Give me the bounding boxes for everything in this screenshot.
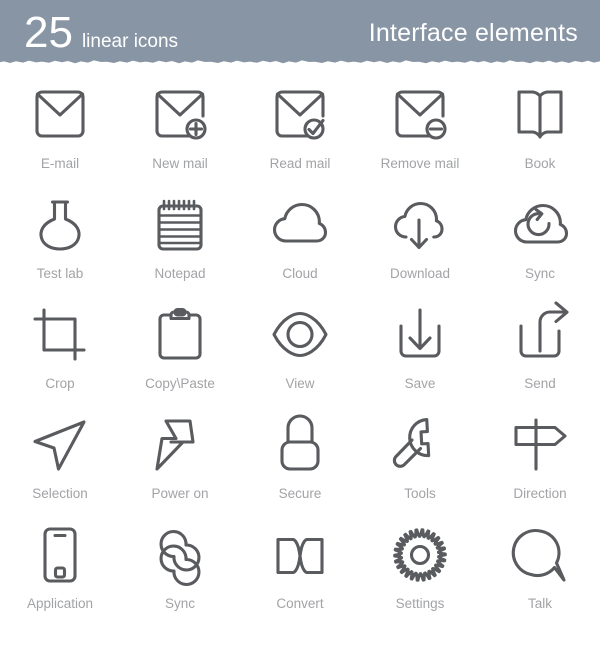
- icon-cell-tools[interactable]: Tools: [360, 410, 480, 520]
- icon-label: Sync: [164, 596, 195, 611]
- icon-cell-notepad[interactable]: Notepad: [120, 190, 240, 300]
- wrench-icon: [385, 410, 455, 482]
- icon-cell-cloud[interactable]: Cloud: [240, 190, 360, 300]
- icon-label: Cloud: [282, 266, 318, 281]
- icon-label: Download: [389, 266, 451, 281]
- icon-cell-direction[interactable]: Direction: [480, 410, 600, 520]
- icon-cell-remove-mail[interactable]: Remove mail: [360, 80, 480, 190]
- icon-cell-new-mail[interactable]: New mail: [120, 80, 240, 190]
- icon-label: Sync: [524, 266, 555, 281]
- header-left-group: 25 linear icons: [24, 11, 178, 55]
- bowtie-convert-icon: [265, 520, 335, 592]
- icon-cell-save[interactable]: Save: [360, 300, 480, 410]
- icon-label: View: [285, 376, 315, 391]
- page-header: 25 linear icons Interface elements: [0, 0, 600, 66]
- icon-count: 25: [24, 8, 73, 57]
- icon-cell-view[interactable]: View: [240, 300, 360, 410]
- icon-label: Settings: [395, 596, 445, 611]
- icon-label: Test lab: [36, 266, 84, 281]
- header-subtitle: linear icons: [81, 31, 179, 52]
- envelope-check-icon: [265, 80, 335, 152]
- icon-cell-secure[interactable]: Secure: [240, 410, 360, 520]
- icon-label: Read mail: [269, 156, 331, 171]
- gear-icon: [385, 520, 455, 592]
- icon-label: E-mail: [40, 156, 80, 171]
- icon-grid-row: Crop Copy\Paste View Save Send: [0, 300, 600, 410]
- icon-cell-sync-cloud[interactable]: Sync: [480, 190, 600, 300]
- icon-grid: E-mail New mail Read mail Remove mail Bo…: [0, 66, 600, 630]
- torn-edge-decoration: [0, 60, 600, 66]
- icon-cell-power-on[interactable]: Power on: [120, 410, 240, 520]
- icon-label: Power on: [151, 486, 209, 501]
- icon-cell-talk[interactable]: Talk: [480, 520, 600, 630]
- header-title: Interface elements: [368, 19, 578, 47]
- icon-cell-book[interactable]: Book: [480, 80, 600, 190]
- icon-grid-row: Application Sync Convert Settings Talk: [0, 520, 600, 630]
- icon-label: Copy\Paste: [145, 376, 215, 391]
- icon-label: Convert: [276, 596, 324, 611]
- icon-cell-test-lab[interactable]: Test lab: [0, 190, 120, 300]
- cloud-icon: [265, 190, 335, 262]
- icon-label: Secure: [278, 486, 322, 501]
- icon-cell-application[interactable]: Application: [0, 520, 120, 630]
- lightning-bolt-icon: [145, 410, 215, 482]
- cloud-refresh-icon: [505, 190, 575, 262]
- icon-cell-email[interactable]: E-mail: [0, 80, 120, 190]
- icon-cell-selection[interactable]: Selection: [0, 410, 120, 520]
- clipboard-icon: [145, 300, 215, 372]
- icon-label: Tools: [404, 486, 436, 501]
- icon-cell-crop[interactable]: Crop: [0, 300, 120, 410]
- spiral-notepad-icon: [145, 190, 215, 262]
- icon-label: Remove mail: [380, 156, 460, 171]
- envelope-minus-icon: [385, 80, 455, 152]
- icon-label: Application: [26, 596, 94, 611]
- cloud-download-icon: [385, 190, 455, 262]
- icon-cell-settings[interactable]: Settings: [360, 520, 480, 630]
- icon-label: Selection: [32, 486, 88, 501]
- flask-icon: [25, 190, 95, 262]
- icon-grid-row: E-mail New mail Read mail Remove mail Bo…: [0, 80, 600, 190]
- signpost-icon: [505, 410, 575, 482]
- icon-cell-sync-loop[interactable]: Sync: [120, 520, 240, 630]
- icon-label: Crop: [45, 376, 75, 391]
- icon-cell-download[interactable]: Download: [360, 190, 480, 300]
- icon-label: Save: [404, 376, 436, 391]
- eye-icon: [265, 300, 335, 372]
- icon-label: Send: [524, 376, 556, 391]
- envelope-icon: [25, 80, 95, 152]
- speech-bubble-icon: [505, 520, 575, 592]
- crop-icon: [25, 300, 95, 372]
- icon-cell-convert[interactable]: Convert: [240, 520, 360, 630]
- infinity-loop-icon: [145, 520, 215, 592]
- cursor-arrow-icon: [25, 410, 95, 482]
- envelope-plus-icon: [145, 80, 215, 152]
- icon-cell-copy-paste[interactable]: Copy\Paste: [120, 300, 240, 410]
- tray-share-icon: [505, 300, 575, 372]
- icon-label: Book: [524, 156, 556, 171]
- icon-label: Notepad: [154, 266, 206, 281]
- icon-grid-row: Selection Power on Secure Tools Directio…: [0, 410, 600, 520]
- icon-cell-send[interactable]: Send: [480, 300, 600, 410]
- open-book-icon: [505, 80, 575, 152]
- icon-label: Talk: [527, 596, 552, 611]
- tray-download-icon: [385, 300, 455, 372]
- padlock-icon: [265, 410, 335, 482]
- icon-label: Direction: [513, 486, 567, 501]
- icon-label: New mail: [152, 156, 208, 171]
- icon-grid-row: Test lab Notepad Cloud Download Sync: [0, 190, 600, 300]
- icon-cell-read-mail[interactable]: Read mail: [240, 80, 360, 190]
- smartphone-icon: [25, 520, 95, 592]
